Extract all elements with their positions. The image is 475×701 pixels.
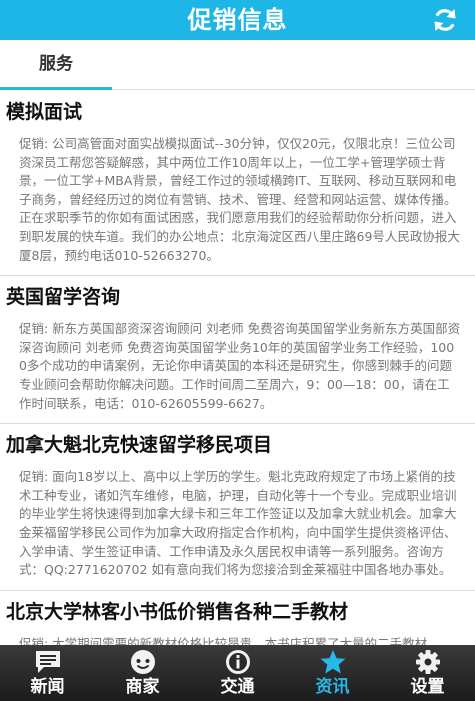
list-item[interactable]: 英国留学咨询 促销: 新东方英国部资深咨询顾问 刘老师 免费咨询英国留学业务新东… (0, 276, 475, 425)
news-icon (33, 649, 63, 675)
item-title[interactable]: 北京大学林客小书低价销售各种二手教材 (6, 599, 465, 625)
info-icon (223, 649, 253, 675)
nav-item-merchant[interactable]: 商家 (95, 645, 190, 701)
header-bar: 促销信息 (0, 0, 475, 40)
refresh-icon (434, 9, 456, 31)
nav-item-settings[interactable]: 设置 (380, 645, 475, 701)
nav-item-info[interactable]: 资讯 (285, 645, 380, 701)
nav-label: 新闻 (30, 677, 65, 697)
merchant-icon (128, 649, 158, 675)
tab-bar: 服务 (0, 40, 475, 90)
star-icon (318, 649, 348, 675)
list-item[interactable]: 模拟面试 促销: 公司高管面对面实战模拟面试--30分钟，仅仅20元，仅限北京！… (0, 91, 475, 277)
item-description: 促销: 面向18岁以上、高中以上学历的学生。魁北克政府规定了市场上紧俏的技术工种… (19, 469, 457, 578)
promotion-list[interactable]: 模拟面试 促销: 公司高管面对面实战模拟面试--30分钟，仅仅20元，仅限北京！… (0, 91, 475, 645)
nav-label: 设置 (410, 677, 445, 697)
tab-service[interactable]: 服务 (0, 40, 112, 90)
item-title[interactable]: 模拟面试 (6, 99, 465, 125)
item-title[interactable]: 加拿大魁北克快速留学移民项目 (6, 432, 465, 458)
gear-icon (413, 649, 443, 675)
item-description: 促销: 公司高管面对面实战模拟面试--30分钟，仅仅20元，仅限北京！三位公司资… (19, 136, 460, 263)
list-item[interactable]: 北京大学林客小书低价销售各种二手教材 促销: 大学期间需要的新教材价格比较昂贵，… (0, 591, 475, 645)
item-description: 促销: 新东方英国部资深咨询顾问 刘老师 免费咨询英国留学业务新东方英国部资深咨… (19, 321, 461, 411)
item-title[interactable]: 英国留学咨询 (6, 284, 465, 310)
nav-label: 交通 (220, 677, 255, 697)
list-item[interactable]: 加拿大魁北克快速留学移民项目 促销: 面向18岁以上、高中以上学历的学生。魁北克… (0, 424, 475, 591)
bottom-nav: 新闻 商家 交通 资讯 设置 (0, 645, 475, 701)
nav-label: 商家 (125, 677, 160, 697)
item-description: 促销: 大学期间需要的新教材价格比较昂贵，本书店积累了大量的二手教材 (19, 635, 428, 645)
nav-item-traffic[interactable]: 交通 (190, 645, 285, 701)
nav-label: 资讯 (315, 677, 350, 697)
nav-item-news[interactable]: 新闻 (0, 645, 95, 701)
refresh-button[interactable] (429, 4, 461, 36)
page-title: 促销信息 (187, 6, 288, 34)
